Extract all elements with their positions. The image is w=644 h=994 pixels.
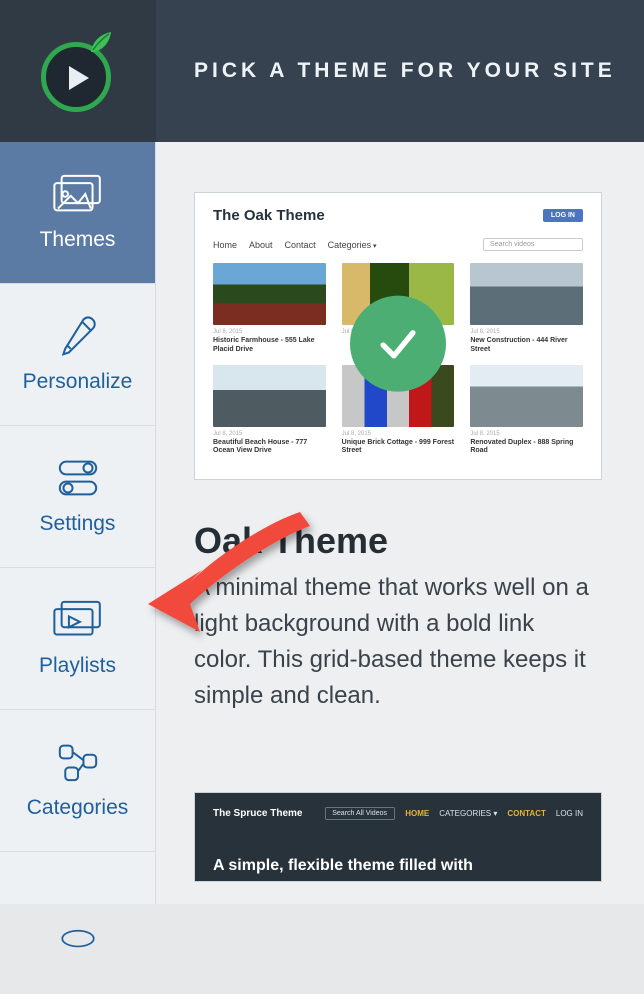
spruce-title: The Spruce Theme bbox=[213, 808, 302, 819]
sidebar-item-label: Categories bbox=[27, 796, 129, 820]
preview-cell: Jul 8, 2015 Beautiful Beach House - 777 … bbox=[213, 365, 326, 457]
preview-title: The Oak Theme bbox=[213, 207, 325, 224]
sidebar-item-label: Personalize bbox=[23, 370, 133, 394]
sidebar-item-label: Themes bbox=[40, 228, 116, 252]
image-icon bbox=[52, 174, 104, 214]
top-header: PICK A THEME FOR YOUR SITE bbox=[0, 0, 644, 142]
sidebar: Themes Personalize Settings bbox=[0, 142, 156, 904]
leaf-icon bbox=[87, 30, 113, 56]
sidebar-item-playlists[interactable]: Playlists bbox=[0, 568, 155, 710]
preview-cell: Jul 8, 2015 Renovated Duplex - 888 Sprin… bbox=[470, 365, 583, 457]
preview-cell: Jul 8, 2015 New Construction - 444 River… bbox=[470, 263, 583, 355]
preview-cell: Jul 8, 2015 Historic Farmhouse - 555 Lak… bbox=[213, 263, 326, 355]
preview-search: Search videos bbox=[483, 238, 583, 251]
sidebar-item-settings[interactable]: Settings bbox=[0, 426, 155, 568]
categories-icon bbox=[52, 742, 104, 782]
sidebar-item-personalize[interactable]: Personalize bbox=[0, 284, 155, 426]
theme-description: A minimal theme that works well on a lig… bbox=[194, 570, 594, 714]
selected-check-icon bbox=[350, 296, 446, 392]
ellipse-icon bbox=[52, 917, 104, 957]
preview-nav: Home About Contact Categories Search vid… bbox=[213, 238, 583, 251]
preview-nav-contact: Contact bbox=[285, 240, 316, 250]
preview-nav-categories: Categories bbox=[328, 240, 377, 250]
preview-nav-about: About bbox=[249, 240, 273, 250]
playlist-icon bbox=[52, 600, 104, 640]
spruce-tagline: A simple, flexible theme filled with bbox=[213, 857, 473, 875]
sidebar-item-label: Settings bbox=[40, 512, 116, 536]
spruce-nav-categories: CATEGORIES ▾ bbox=[439, 809, 497, 818]
sidebar-item-categories[interactable]: Categories bbox=[0, 710, 155, 852]
sidebar-item-themes[interactable]: Themes bbox=[0, 142, 155, 284]
preview-nav-home: Home bbox=[213, 240, 237, 250]
spruce-nav-home: HOME bbox=[405, 809, 429, 818]
toggles-icon bbox=[52, 458, 104, 498]
theme-heading: Oak Theme bbox=[194, 520, 606, 562]
spruce-nav-contact: CONTACT bbox=[507, 809, 546, 818]
theme-card-spruce[interactable]: The Spruce Theme Search All Videos HOME … bbox=[194, 792, 602, 882]
sidebar-item-label: Playlists bbox=[39, 654, 116, 678]
spruce-nav: Search All Videos HOME CATEGORIES ▾ CONT… bbox=[325, 807, 583, 820]
sidebar-item-more[interactable] bbox=[0, 852, 155, 994]
pencil-icon bbox=[52, 316, 104, 356]
theme-card-oak[interactable]: The Oak Theme LOG IN Home About Contact … bbox=[194, 192, 602, 480]
spruce-search: Search All Videos bbox=[325, 807, 395, 820]
spruce-nav-login: LOG IN bbox=[556, 809, 583, 818]
page-title: PICK A THEME FOR YOUR SITE bbox=[156, 59, 644, 83]
logo[interactable] bbox=[0, 0, 156, 142]
main-content: The Oak Theme LOG IN Home About Contact … bbox=[156, 142, 644, 904]
preview-login-button: LOG IN bbox=[543, 209, 583, 222]
play-icon bbox=[69, 66, 89, 90]
